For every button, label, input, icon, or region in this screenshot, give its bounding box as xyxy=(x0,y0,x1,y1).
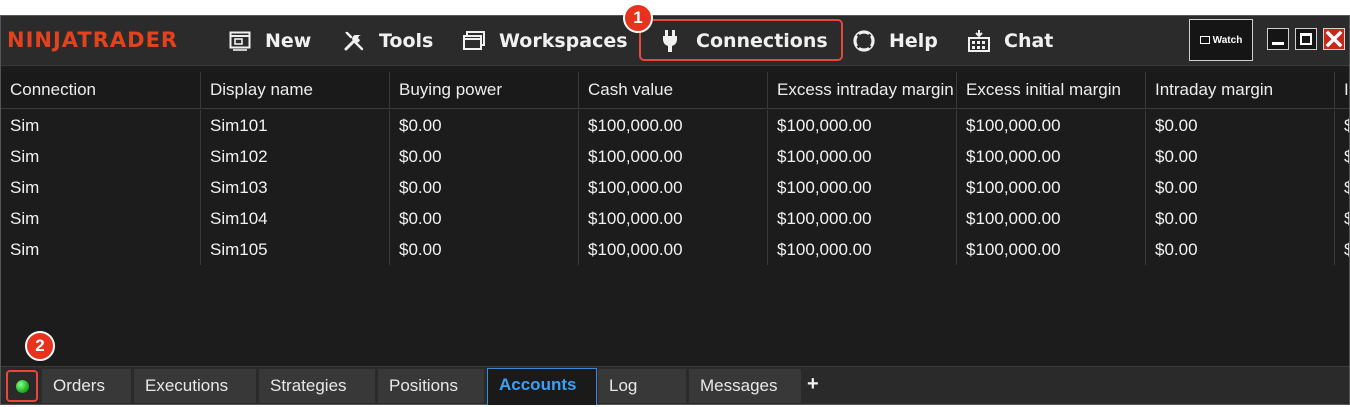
column-header[interactable]: Cash value xyxy=(579,72,768,109)
cell-truncated: $ xyxy=(1344,116,1349,135)
cell-cash-value: $100,000.00 xyxy=(579,172,768,203)
table-row[interactable]: Sim Sim102 $0.00 $100,000.00 $100,000.00… xyxy=(1,141,1349,172)
cell-truncated: $ xyxy=(1344,178,1349,197)
cell-display-name: Sim104 xyxy=(201,203,390,234)
cell-buying-power: $0.00 xyxy=(390,172,579,203)
menu-help-label: Help xyxy=(889,30,938,52)
add-tab-button[interactable]: + xyxy=(807,374,819,394)
lifebuoy-icon xyxy=(852,29,876,53)
menu-new[interactable]: New xyxy=(228,24,311,58)
table-row[interactable]: Sim Sim101 $0.00 $100,000.00 $100,000.00… xyxy=(1,110,1349,141)
cell-cash-value: $100,000.00 xyxy=(579,110,768,141)
cell-display-name: Sim101 xyxy=(201,110,390,141)
tools-icon xyxy=(342,29,366,53)
column-header[interactable]: Excess intraday margin xyxy=(768,72,957,109)
close-button[interactable] xyxy=(1323,28,1345,50)
column-header[interactable]: Buying power xyxy=(390,72,579,109)
control-center-window: NINJATRADER New Tools Workspaces Connect… xyxy=(0,15,1350,405)
cell-excess-intraday-margin: $100,000.00 xyxy=(768,172,957,203)
status-green-dot-icon xyxy=(16,380,29,393)
cell-truncated: $ xyxy=(1344,240,1349,259)
cell-excess-intraday-margin: $100,000.00 xyxy=(768,203,957,234)
menu-new-label: New xyxy=(265,30,312,52)
grid-header: Connection Display name Buying power Cas… xyxy=(1,72,1349,109)
minimize-button[interactable] xyxy=(1267,28,1289,50)
column-header[interactable]: Display name xyxy=(201,72,390,109)
chat-icon xyxy=(967,29,991,53)
cell-connection: Sim xyxy=(1,141,201,172)
cell-intraday-margin: $0.00 xyxy=(1146,203,1335,234)
tab-strategies[interactable]: Strategies xyxy=(259,369,375,403)
connection-status-indicator[interactable] xyxy=(6,370,38,402)
cell-connection: Sim xyxy=(1,234,201,265)
cell-excess-initial-margin: $100,000.00 xyxy=(957,141,1146,172)
cell-excess-intraday-margin: $100,000.00 xyxy=(768,234,957,265)
tab-messages[interactable]: Messages xyxy=(689,369,801,403)
title-bar: NINJATRADER New Tools Workspaces Connect… xyxy=(1,16,1349,66)
cell-intraday-margin: $0.00 xyxy=(1146,141,1335,172)
column-header[interactable]: Excess initial margin xyxy=(957,72,1146,109)
workspaces-icon xyxy=(462,29,486,53)
cell-cash-value: $100,000.00 xyxy=(579,234,768,265)
step-badge-2: 2 xyxy=(25,331,55,361)
menu-chat-label: Chat xyxy=(1004,30,1054,52)
table-row[interactable]: Sim Sim104 $0.00 $100,000.00 $100,000.00… xyxy=(1,203,1349,234)
table-row[interactable]: Sim Sim103 $0.00 $100,000.00 $100,000.00… xyxy=(1,172,1349,203)
menu-workspaces-label: Workspaces xyxy=(499,30,628,52)
connections-highlight xyxy=(639,19,843,61)
maximize-button[interactable] xyxy=(1295,28,1317,50)
menu-tools[interactable]: Tools xyxy=(342,24,433,58)
cell-display-name: Sim102 xyxy=(201,141,390,172)
cell-intraday-margin: $0.00 xyxy=(1146,172,1335,203)
cell-buying-power: $0.00 xyxy=(390,234,579,265)
cell-cash-value: $100,000.00 xyxy=(579,141,768,172)
cell-excess-initial-margin: $100,000.00 xyxy=(957,172,1146,203)
tab-log[interactable]: Log xyxy=(598,369,686,403)
cell-connection: Sim xyxy=(1,110,201,141)
tab-accounts[interactable]: Accounts xyxy=(487,368,597,405)
cell-buying-power: $0.00 xyxy=(390,203,579,234)
watch-label: Watch xyxy=(1212,34,1243,46)
column-header[interactable]: Connection xyxy=(1,72,201,109)
table-row[interactable]: Sim Sim105 $0.00 $100,000.00 $100,000.00… xyxy=(1,234,1349,265)
watch-window-icon xyxy=(1199,36,1210,44)
cell-intraday-margin: $0.00 xyxy=(1146,110,1335,141)
menu-workspaces[interactable]: Workspaces xyxy=(462,24,628,58)
tab-executions[interactable]: Executions xyxy=(134,369,256,403)
menu-chat[interactable]: Chat xyxy=(967,24,1053,58)
menu-help[interactable]: Help xyxy=(852,24,938,58)
cell-buying-power: $0.00 xyxy=(390,110,579,141)
cell-buying-power: $0.00 xyxy=(390,141,579,172)
cell-truncated: $ xyxy=(1344,209,1349,228)
cell-intraday-margin: $0.00 xyxy=(1146,234,1335,265)
menu-tools-label: Tools xyxy=(379,30,434,52)
cell-connection: Sim xyxy=(1,203,201,234)
cell-excess-initial-margin: $100,000.00 xyxy=(957,203,1146,234)
cell-display-name: Sim105 xyxy=(201,234,390,265)
bottom-tab-bar: Orders Executions Strategies Positions A… xyxy=(1,366,1349,405)
tab-positions[interactable]: Positions xyxy=(378,369,484,403)
new-window-icon xyxy=(228,29,252,53)
tab-orders[interactable]: Orders xyxy=(42,369,131,403)
column-header[interactable]: Intraday margin xyxy=(1146,72,1335,109)
cell-excess-initial-margin: $100,000.00 xyxy=(957,234,1146,265)
cell-connection: Sim xyxy=(1,172,201,203)
cell-truncated: $ xyxy=(1344,147,1349,166)
cell-excess-intraday-margin: $100,000.00 xyxy=(768,141,957,172)
cell-excess-intraday-margin: $100,000.00 xyxy=(768,110,957,141)
cell-excess-initial-margin: $100,000.00 xyxy=(957,110,1146,141)
brand-logo: NINJATRADER xyxy=(7,28,179,52)
cell-display-name: Sim103 xyxy=(201,172,390,203)
cell-cash-value: $100,000.00 xyxy=(579,203,768,234)
watch-button[interactable]: Watch xyxy=(1189,19,1253,61)
step-badge-1: 1 xyxy=(623,3,653,33)
column-header[interactable]: In xyxy=(1335,72,1349,109)
close-icon xyxy=(1325,30,1343,48)
